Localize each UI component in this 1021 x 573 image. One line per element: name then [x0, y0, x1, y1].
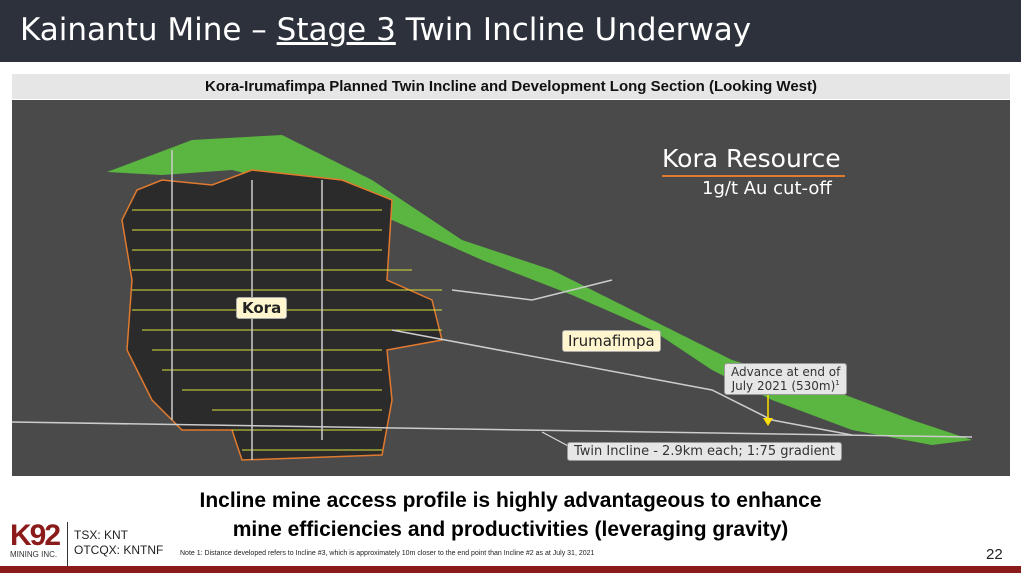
tickers: TSX: KNT OTCQX: KNTNF: [67, 522, 163, 566]
footer-bar: [0, 566, 1021, 573]
footnote: Note 1: Distance developed refers to Inc…: [180, 550, 595, 557]
advance-line2: July 2021 (530m): [731, 379, 836, 393]
long-section-drawing: [12, 135, 973, 461]
k92-logo: K92 MINING INC.: [10, 519, 61, 560]
kora-resource-title: Kora Resource: [662, 144, 845, 177]
logo-text: K92: [10, 519, 61, 552]
incline-callout: Twin Incline - 2.9km each; 1:75 gradient: [567, 442, 842, 461]
key-message-line1: Incline mine access profile is highly ad…: [199, 489, 822, 512]
advance-line1: Advance at end of: [731, 365, 841, 379]
slide-title: Kainantu Mine – Stage 3 Twin Incline Und…: [20, 12, 751, 48]
kora-label: Kora: [236, 297, 288, 319]
tsx-ticker: TSX: KNT: [74, 528, 129, 542]
page-number: 22: [986, 546, 1003, 563]
footnote-marker: 1: [835, 379, 840, 387]
figure-title: Kora-Irumafimpa Planned Twin Incline and…: [12, 74, 1010, 99]
irumafimpa-label: Irumafimpa: [562, 330, 661, 352]
advance-arrowhead: [763, 418, 773, 426]
title-link[interactable]: Stage 3: [277, 12, 396, 48]
advance-callout: Advance at end of July 2021 (530m)1: [724, 363, 848, 395]
otcqx-ticker: OTCQX: KNTNF: [74, 543, 164, 557]
header-bar: Kainantu Mine – Stage 3 Twin Incline Und…: [0, 0, 1021, 62]
logo-sub: MINING INC.: [10, 550, 58, 559]
long-section-figure: Kora Resource 1g/t Au cut-off Kora Iruma…: [12, 100, 1010, 476]
title-text: Twin Incline Underway: [395, 12, 752, 48]
resource-cutoff: 1g/t Au cut-off: [702, 178, 832, 199]
title-text: Kainantu Mine –: [20, 12, 277, 48]
